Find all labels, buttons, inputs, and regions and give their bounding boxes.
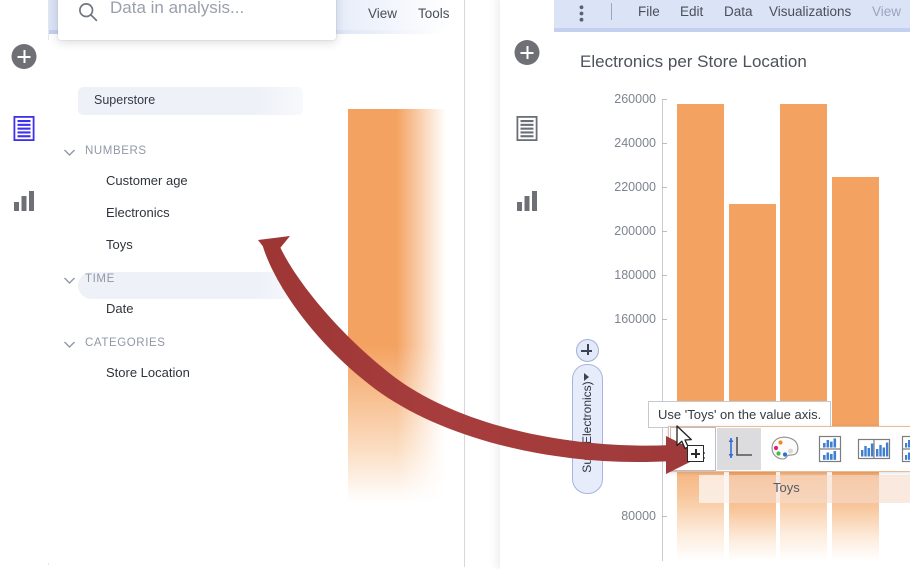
left-menu-item-tools[interactable]: Tools [418,6,450,21]
right-window-rail [500,0,554,565]
menu-item-visualizations[interactable]: Visualizations [769,4,851,19]
left-window: ns View Tools Sup [0,0,465,567]
x-axis-field-label: Toys [773,480,800,495]
field-customer-age[interactable]: Customer age [106,173,188,188]
tooltip: Use 'Toys' on the value axis. [648,401,831,428]
group-header-categories[interactable]: CATEGORIES [85,337,166,349]
y-tick-label: 80000 [556,509,656,523]
y-tick-label: 240000 [556,136,656,150]
y-tick-label: 180000 [556,268,656,282]
chevron-down-icon [63,340,76,352]
chevron-down-icon [63,148,76,160]
group-header-time[interactable]: TIME [85,273,115,285]
y-tick-label: 220000 [556,180,656,194]
mini-toolbar [668,426,910,472]
group-label: TIME [85,273,115,285]
y-axis-selector-label: Sum(Electronics) [580,375,594,479]
field-toys[interactable]: Toys [106,237,133,252]
chart-title: Electronics per Store Location [580,52,807,72]
menu-item-view[interactable]: View [872,4,901,19]
color-palette-icon[interactable] [764,428,808,470]
right-menubar-accent-strip [554,28,910,32]
menubar-divider [611,3,612,20]
search-icon [78,2,98,27]
drag-add-badge-icon [687,445,704,462]
trellis-columns-icon[interactable] [852,428,896,470]
data-source-label: Superstore [94,93,155,107]
add-icon[interactable] [515,40,540,65]
y-tick-label: 260000 [556,92,656,106]
pages-icon-glyph [14,116,35,141]
bar[interactable] [729,204,776,561]
bar-chart-icon-glyph [516,190,538,212]
bar-chart-icon[interactable] [516,190,538,212]
group-label: NUMBERS [85,145,147,157]
search-popover[interactable]: Data in analysis... [58,0,336,40]
chevron-down-icon [63,276,76,288]
search-input-placeholder[interactable]: Data in analysis... [110,0,244,18]
background-bar-chart-bar [336,109,446,503]
pages-icon[interactable] [517,116,538,141]
field-electronics[interactable]: Electronics [106,205,170,220]
bar[interactable] [832,177,879,561]
x-axis-drop-zone[interactable]: Toys [699,475,910,503]
bar-chart-icon-glyph [13,190,35,212]
filter-icon[interactable] [276,278,291,297]
left-menu-item-view[interactable]: View [368,6,397,21]
data-source-chip[interactable]: Superstore [78,87,303,115]
pages-icon[interactable] [14,116,35,141]
data-panel: Superstore NUMBERS Customer age Electron… [48,40,348,563]
y-tick-label: 200000 [556,224,656,238]
y-tick-label: 160000 [556,312,656,326]
menu-item-file[interactable]: File [638,4,660,19]
add-axis-button[interactable] [576,339,599,362]
menu-item-edit[interactable]: Edit [680,4,703,19]
chart-area: Electronics per Store Location 260000 24… [556,32,910,561]
use-on-value-axis-icon[interactable] [717,428,761,470]
pages-icon-glyph [517,116,538,141]
right-window: File Edit Data Visualizations View [500,0,910,569]
menu-item-data[interactable]: Data [724,4,753,19]
field-store-location[interactable]: Store Location [106,365,190,380]
more-vertical-icon[interactable] [579,5,584,27]
trellis-grid-icon[interactable] [896,428,910,470]
x-axis-drop-highlight [699,475,729,503]
field-date[interactable]: Date [106,301,133,316]
add-icon[interactable] [12,44,37,69]
bar-chart-icon[interactable] [13,190,35,212]
group-header-numbers[interactable]: NUMBERS [85,145,147,157]
y-axis-selector[interactable]: Sum(Electronics) [572,364,603,494]
trellis-rows-icon[interactable] [808,428,852,470]
group-label: CATEGORIES [85,337,166,349]
left-window-rail [0,0,49,565]
